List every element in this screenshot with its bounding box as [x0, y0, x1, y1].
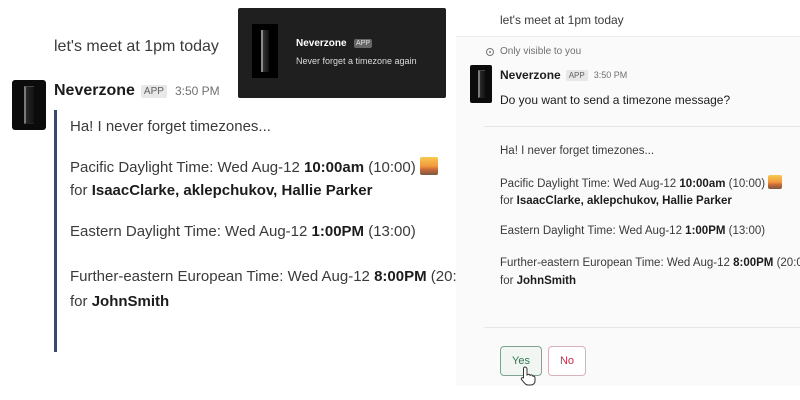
pdt-time: 10:00am [679, 178, 726, 190]
notification-title: Neverzone [296, 38, 347, 49]
app-badge: APP [140, 84, 167, 98]
visibility-note: Only visible to you [486, 46, 581, 57]
bot-name[interactable]: Neverzone [500, 68, 561, 82]
feet-block: Further-eastern European Time: Wed Aug-1… [500, 257, 800, 287]
intro-text: Ha! I never forget timezones... [500, 145, 655, 157]
edt-label: Eastern Daylight Time: Wed Aug-12 [70, 223, 312, 240]
sunset-emoji-icon [768, 175, 783, 189]
notification-text: Never forget a timezone again [296, 56, 417, 66]
bot-avatar[interactable] [470, 65, 492, 103]
bot-avatar[interactable] [12, 80, 46, 130]
pdt-for: for [500, 195, 517, 207]
message-time[interactable]: 3:50 PM [594, 70, 628, 80]
visibility-text: Only visible to you [500, 46, 582, 57]
ephemeral-prompt-panel: let's meet at 1pm today Only visible to … [456, 0, 800, 400]
timezone-attachment: Ha! I never forget timezones... Pacific … [70, 118, 478, 310]
preview-attachment: Ha! I never forget timezones... Pacific … [500, 145, 800, 287]
desktop-notification[interactable]: Neverzone APP Never forget a timezone ag… [238, 8, 446, 98]
feet-for: for [70, 293, 92, 310]
pdt-24h: (10:00) [364, 159, 416, 176]
pdt-for: for [70, 182, 92, 199]
eye-icon [486, 47, 494, 56]
edt-label: Eastern Daylight Time: Wed Aug-12 [500, 225, 686, 237]
pdt-label: Pacific Daylight Time: Wed Aug-12 [70, 159, 304, 176]
edt-block: Eastern Daylight Time: Wed Aug-12 1:00PM… [500, 225, 800, 237]
divider-bottom [484, 327, 800, 328]
edt-time: 1:00PM [311, 223, 365, 240]
pdt-users: IsaacClarke, aklepchukov, Hallie Parker [516, 195, 732, 207]
user-message: let's meet at 1pm today [500, 13, 624, 27]
edt-24h: (13:00) [364, 223, 416, 240]
user-message: let's meet at 1pm today [54, 38, 219, 55]
feet-block: Further-eastern European Time: Wed Aug-1… [70, 268, 478, 310]
ephemeral-card: Only visible to you Neverzone APP 3:50 P… [456, 36, 800, 386]
feet-users: JohnSmith [91, 293, 170, 310]
intro-text: Ha! I never forget timezones... [70, 118, 271, 135]
pdt-users: IsaacClarke, aklepchukov, Hallie Parker [91, 182, 373, 199]
prompt-question: Do you want to send a timezone message? [500, 93, 731, 107]
pdt-block: Pacific Daylight Time: Wed Aug-12 10:00a… [500, 175, 800, 207]
message-header: Neverzone APP 3:50 PM [500, 68, 627, 82]
feet-time: 8:00PM [374, 268, 427, 285]
door-avatar-icon [478, 70, 485, 98]
feet-24h: (20:00) [776, 257, 800, 269]
pdt-label: Pacific Daylight Time: Wed Aug-12 [500, 178, 680, 190]
no-button[interactable]: No [548, 346, 586, 376]
feet-label: Further-eastern European Time: Wed Aug-1… [500, 257, 734, 269]
pdt-24h: (10:00) [725, 178, 766, 190]
edt-24h: (13:00) [725, 225, 766, 237]
edt-block: Eastern Daylight Time: Wed Aug-12 1:00PM… [70, 223, 458, 240]
bot-name[interactable]: Neverzone [54, 82, 135, 100]
message-time[interactable]: 3:50 PM [175, 84, 220, 98]
door-avatar-icon [261, 30, 269, 72]
feet-users: JohnSmith [516, 275, 577, 287]
feet-time: 8:00PM [733, 257, 774, 269]
edt-time: 1:00PM [685, 225, 726, 237]
pdt-time: 10:00am [304, 159, 365, 176]
sunset-emoji-icon [419, 157, 438, 175]
attachment-bar [54, 110, 57, 352]
message-header: Neverzone APP 3:50 PM [54, 82, 220, 100]
notification-app-badge: APP [354, 39, 373, 48]
divider-top [484, 126, 800, 127]
feet-for: for [500, 275, 517, 287]
app-badge: APP [565, 69, 588, 81]
door-avatar-icon [24, 86, 34, 124]
feet-label: Further-eastern European Time: Wed Aug-1… [70, 268, 375, 285]
notification-avatar [252, 24, 278, 78]
pdt-block: Pacific Daylight Time: Wed Aug-12 10:00a… [70, 157, 458, 199]
